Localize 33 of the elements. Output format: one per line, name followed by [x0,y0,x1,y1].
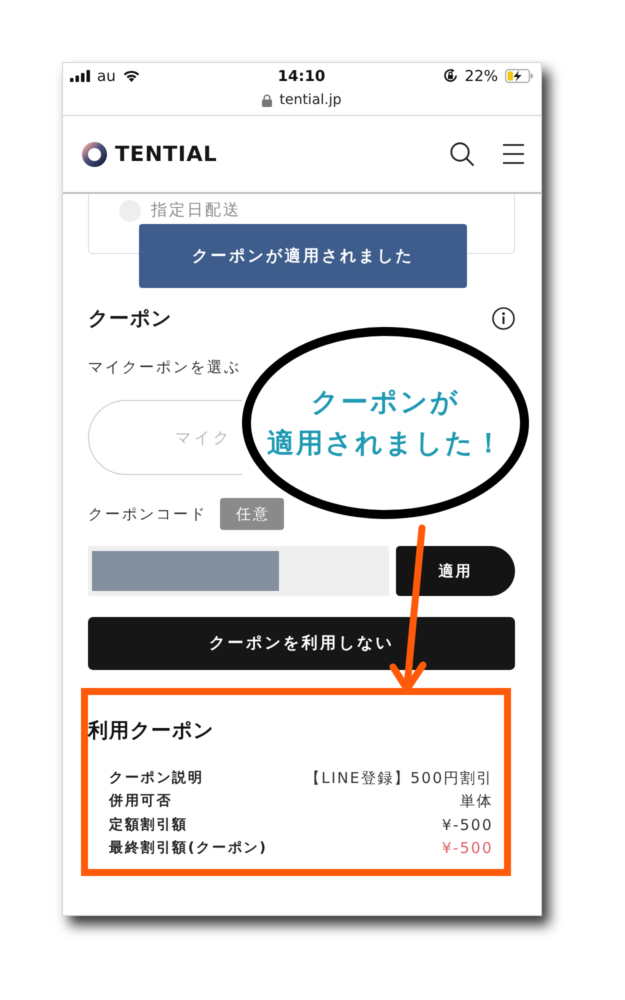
battery-percent: 22% [464,66,498,84]
row-value: ¥-500 [442,839,493,858]
logo-ring-icon [82,142,107,166]
option-label: 指定日配送 [151,200,241,220]
field-label: マイクーポンを選ぶ [88,357,241,377]
row-value: 【LINE登録】500円割引 [304,768,493,787]
field-label: クーポンコード [88,504,207,524]
section-title: 利用クーポン [88,717,215,743]
optional-badge: 任意 [220,498,284,530]
row-label: 併用可否 [109,792,172,810]
row-label: 定額割引額 [109,816,188,834]
wifi-icon [122,70,140,82]
row-label: クーポン説明 [109,768,204,787]
battery-charging-icon [505,68,533,82]
carrier-name: au [97,66,116,84]
info-icon[interactable] [492,306,515,330]
menu-icon[interactable] [503,144,524,164]
no-coupon-button[interactable]: クーポンを利用しない [88,617,515,670]
apply-button[interactable]: 適用 [396,546,515,596]
logo-text[interactable]: TENTIAL [115,142,218,166]
row-value: 単体 [460,792,493,810]
row-value: ¥-500 [442,816,493,834]
section-title: クーポン [88,306,172,330]
coupon-code-input[interactable] [88,546,389,596]
lock-icon [262,94,272,106]
clock-time: 14:10 [278,66,326,84]
toast-notification: クーポンが適用されました [139,224,467,288]
callout-text: クーポンが 適用されました！ [267,386,504,461]
url-text[interactable]: tential.jp [279,92,342,108]
signal-icon [70,70,90,82]
row-label: 最終割引額(クーポン) [109,839,268,858]
search-icon[interactable] [450,142,474,166]
rotation-lock-icon [442,68,458,83]
